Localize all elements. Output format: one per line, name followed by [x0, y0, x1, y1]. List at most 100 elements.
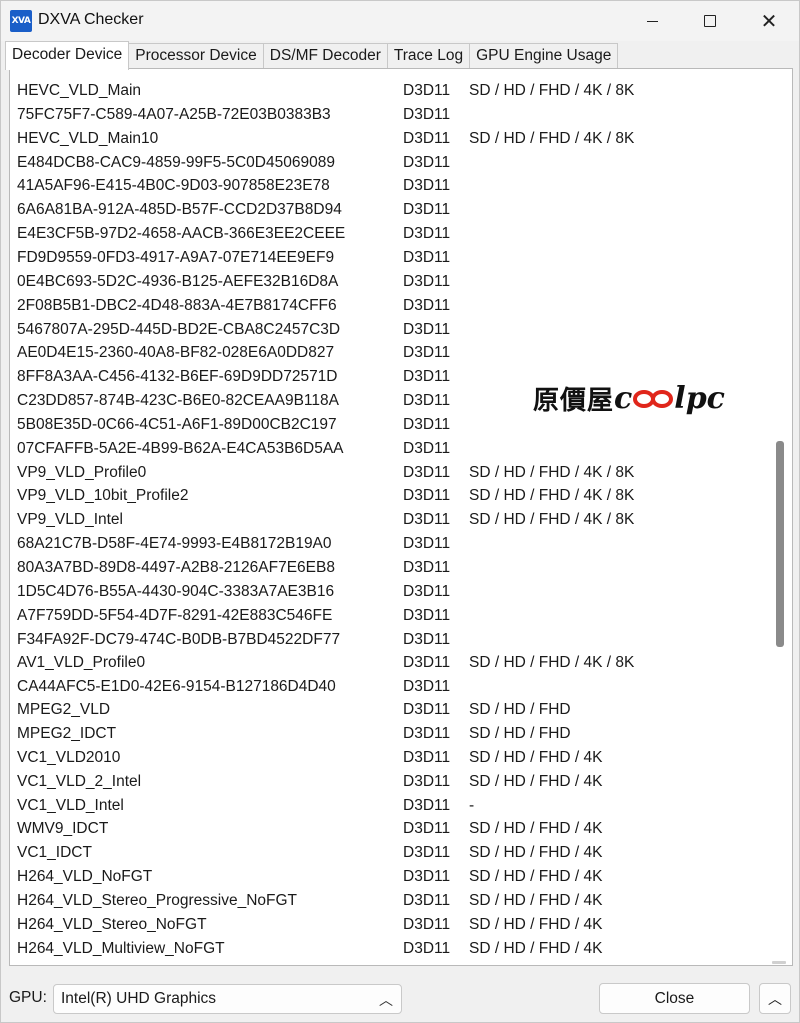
decoder-row[interactable]: HEVC_VLD_Main10 D3D11 SD / HD / FHD / 4K /… [10, 127, 770, 151]
decoder-resolutions: SD / HD / FHD / 4K / 8K [469, 487, 635, 505]
maximize-icon [704, 15, 716, 27]
vertical-scrollbar[interactable] [774, 71, 788, 699]
decoder-api: D3D11 [403, 201, 451, 219]
horizontal-scrollbar-indicator[interactable] [772, 961, 786, 964]
decoder-row[interactable]: VC1_IDCT D3D11 SD / HD / FHD / 4K [10, 841, 770, 865]
decoder-name: AE0D4E15-2360-40A8-BF82-028E6A0DD827 [17, 344, 335, 362]
tab-bar: Decoder Device Processor Device DS/MF De… [5, 41, 619, 70]
decoder-resolutions: SD / HD / FHD / 4K [469, 868, 603, 886]
decoder-row[interactable]: 80A3A7BD-89D8-4497-A2B8-2126AF7E6EB8 D3D1… [10, 556, 770, 580]
decoder-name: MPEG2_IDCT [17, 724, 117, 742]
decoder-row[interactable]: VP9_VLD_Profile0 D3D11 SD / HD / FHD / 4K … [10, 461, 770, 485]
decoder-api: D3D11 [403, 915, 451, 933]
decoder-row[interactable]: E4E3CF5B-97D2-4658-AACB-366E3EE2CEEE D3D1… [10, 222, 770, 246]
decoder-name: H264_VLD_NoFGT [17, 868, 153, 886]
expand-up-button[interactable]: ︿ [759, 983, 791, 1014]
decoder-row[interactable]: 41A5AF96-E415-4B0C-9D03-907858E23E78 D3D1… [10, 174, 770, 198]
close-button[interactable]: Close [599, 983, 750, 1014]
decoder-api: D3D11 [403, 630, 451, 648]
decoder-row[interactable]: FD9D9559-0FD3-4917-A9A7-07E714EE9EF9 D3D1… [10, 246, 770, 270]
decoder-row[interactable]: VP9_VLD_Intel D3D11 SD / HD / FHD / 4K / 8… [10, 508, 770, 532]
decoder-row[interactable]: H264_VLD_Stereo_NoFGT D3D11 SD / HD / FHD … [10, 913, 770, 937]
tab-decoder-device[interactable]: Decoder Device [5, 41, 130, 70]
decoder-name: H264_VLD_Multiview_NoFGT [17, 939, 225, 957]
decoder-name: VP9_VLD_Profile0 [17, 463, 147, 481]
tab-trace-log[interactable]: Trace Log [387, 43, 471, 69]
decoder-api: D3D11 [403, 368, 451, 386]
decoder-api: D3D11 [403, 701, 451, 719]
decoder-row[interactable]: AE0D4E15-2360-40A8-BF82-028E6A0DD827 D3D1… [10, 341, 770, 365]
decoder-row[interactable]: E484DCB8-CAC9-4859-99F5-5C0D45069089 D3D1… [10, 151, 770, 175]
decoder-name: 68A21C7B-D58F-4E74-9993-E4B8172B19A0 [17, 535, 332, 553]
decoder-api: D3D11 [403, 724, 451, 742]
coolpc-watermark-logo: 原價屋 c lpc [533, 378, 725, 418]
decoder-resolutions: SD / HD / FHD / 4K [469, 891, 603, 909]
decoder-name: E484DCB8-CAC9-4859-99F5-5C0D45069089 [17, 153, 335, 171]
decoder-resolutions: SD / HD / FHD / 4K [469, 844, 603, 862]
decoder-name: 8FF8A3AA-C456-4132-B6EF-69D9DD72571D [17, 368, 338, 386]
decoder-row[interactable]: 1D5C4D76-B55A-4430-904C-3383A7AE3B16 D3D1… [10, 580, 770, 604]
decoder-api: D3D11 [403, 748, 451, 766]
close-icon: ✕ [760, 9, 778, 33]
tab-gpu-engine-usage[interactable]: GPU Engine Usage [470, 43, 619, 69]
infinity-loop-icon [633, 390, 674, 408]
decoder-row[interactable]: 07CFAFFB-5A2E-4B99-B62A-E4CA53B6D5AA D3D1… [10, 437, 770, 461]
maximize-button[interactable] [681, 1, 739, 41]
decoder-row[interactable]: F34FA92F-DC79-474C-B0DB-B7BD4522DF77 D3D1… [10, 628, 770, 652]
decoder-name: VC1_VLD2010 [17, 748, 121, 766]
decoder-row[interactable]: VC1_VLD2010 D3D11 SD / HD / FHD / 4K [10, 746, 770, 770]
decoder-name: 0E4BC693-5D2C-4936-B125-AEFE32B16D8A [17, 272, 339, 290]
minimize-icon [646, 20, 658, 22]
decoder-list[interactable]: HEVC_VLD_Main D3D11 SD / HD / FHD / 4K / 8… [9, 68, 793, 966]
chevron-up-icon: ︿ [379, 992, 393, 1008]
decoder-row[interactable]: MPEG2_IDCT D3D11 SD / HD / FHD [10, 722, 770, 746]
decoder-row[interactable]: WMV9_IDCT D3D11 SD / HD / FHD / 4K [10, 817, 770, 841]
decoder-name: VC1_VLD_Intel [17, 796, 124, 814]
decoder-row[interactable]: 68A21C7B-D58F-4E74-9993-E4B8172B19A0 D3D1… [10, 532, 770, 556]
decoder-row[interactable]: A7F759DD-5F54-4D7F-8291-42E883C546FE D3D1… [10, 604, 770, 628]
decoder-row[interactable]: 75FC75F7-C589-4A07-A25B-72E03B0383B3 D3D1… [10, 103, 770, 127]
minimize-button[interactable] [623, 1, 681, 41]
title-bar[interactable]: XVA DXVA Checker ✕ [1, 1, 799, 41]
decoder-name: HEVC_VLD_Main10 [17, 129, 159, 147]
decoder-api: D3D11 [403, 535, 451, 553]
decoder-row[interactable]: 0E4BC693-5D2C-4936-B125-AEFE32B16D8A D3D1… [10, 270, 770, 294]
decoder-row[interactable]: 5467807A-295D-445D-BD2E-CBA8C2457C3D D3D1… [10, 318, 770, 342]
decoder-row[interactable]: AV1_VLD_Profile0 D3D11 SD / HD / FHD / 4K … [10, 651, 770, 675]
gpu-select[interactable]: Intel(R) UHD Graphics ︿ [53, 984, 402, 1014]
decoder-row[interactable]: CA44AFC5-E1D0-42E6-9154-B127186D4D40 D3D1… [10, 675, 770, 699]
decoder-api: D3D11 [403, 153, 451, 171]
decoder-name: VP9_VLD_10bit_Profile2 [17, 487, 189, 505]
decoder-row[interactable]: VC1_VLD_2_Intel D3D11 SD / HD / FHD / 4K [10, 770, 770, 794]
close-window-button[interactable]: ✕ [740, 1, 798, 41]
decoder-name: VC1_VLD_2_Intel [17, 772, 142, 790]
decoder-api: D3D11 [403, 844, 451, 862]
decoder-row[interactable]: H264_VLD_Stereo_Progressive_NoFGT D3D11 SD… [10, 889, 770, 913]
watermark-text-en-c: c [614, 380, 633, 416]
decoder-api: D3D11 [403, 511, 451, 529]
decoder-row[interactable]: VC1_VLD_Intel D3D11- [10, 794, 770, 818]
decoder-name: 6A6A81BA-912A-485D-B57F-CCD2D37B8D94 [17, 201, 342, 219]
decoder-api: D3D11 [403, 344, 451, 362]
decoder-api: D3D11 [403, 248, 451, 266]
decoder-row[interactable]: VP9_VLD_10bit_Profile2 D3D11 SD / HD / FHD… [10, 484, 770, 508]
decoder-row[interactable]: 6A6A81BA-912A-485D-B57F-CCD2D37B8D94 D3D1… [10, 198, 770, 222]
decoder-api: D3D11 [403, 820, 451, 838]
tab-ds-mf-decoder[interactable]: DS/MF Decoder [263, 43, 388, 69]
decoder-name: 41A5AF96-E415-4B0C-9D03-907858E23E78 [17, 177, 330, 195]
decoder-row[interactable]: MPEG2_VLD D3D11 SD / HD / FHD [10, 698, 770, 722]
decoder-name: H264_VLD_Stereo_Progressive_NoFGT [17, 891, 297, 909]
decoder-row[interactable]: 2F08B5B1-DBC2-4D48-883A-4E7B8174CFF6 D3D1… [10, 294, 770, 318]
decoder-api: D3D11 [403, 82, 451, 99]
decoder-resolutions: SD / HD / FHD / 4K [469, 820, 603, 838]
tab-processor-device[interactable]: Processor Device [129, 43, 264, 69]
decoder-resolutions: SD / HD / FHD / 4K / 8K [469, 654, 635, 672]
decoder-name: MPEG2_VLD [17, 701, 111, 719]
decoder-row[interactable]: H264_VLD_NoFGT D3D11 SD / HD / FHD / 4K [10, 865, 770, 889]
decoder-row[interactable]: H264_VLD_Multiview_NoFGT D3D11 SD / HD / F… [10, 937, 770, 961]
decoder-row[interactable]: HEVC_VLD_Main D3D11 SD / HD / FHD / 4K / 8… [10, 79, 770, 103]
decoder-name: 1D5C4D76-B55A-4430-904C-3383A7AE3B16 [17, 582, 335, 600]
watermark-text-en: c lpc [614, 381, 725, 416]
scrollbar-thumb[interactable] [776, 441, 784, 647]
decoder-resolutions: SD / HD / FHD [469, 701, 571, 719]
